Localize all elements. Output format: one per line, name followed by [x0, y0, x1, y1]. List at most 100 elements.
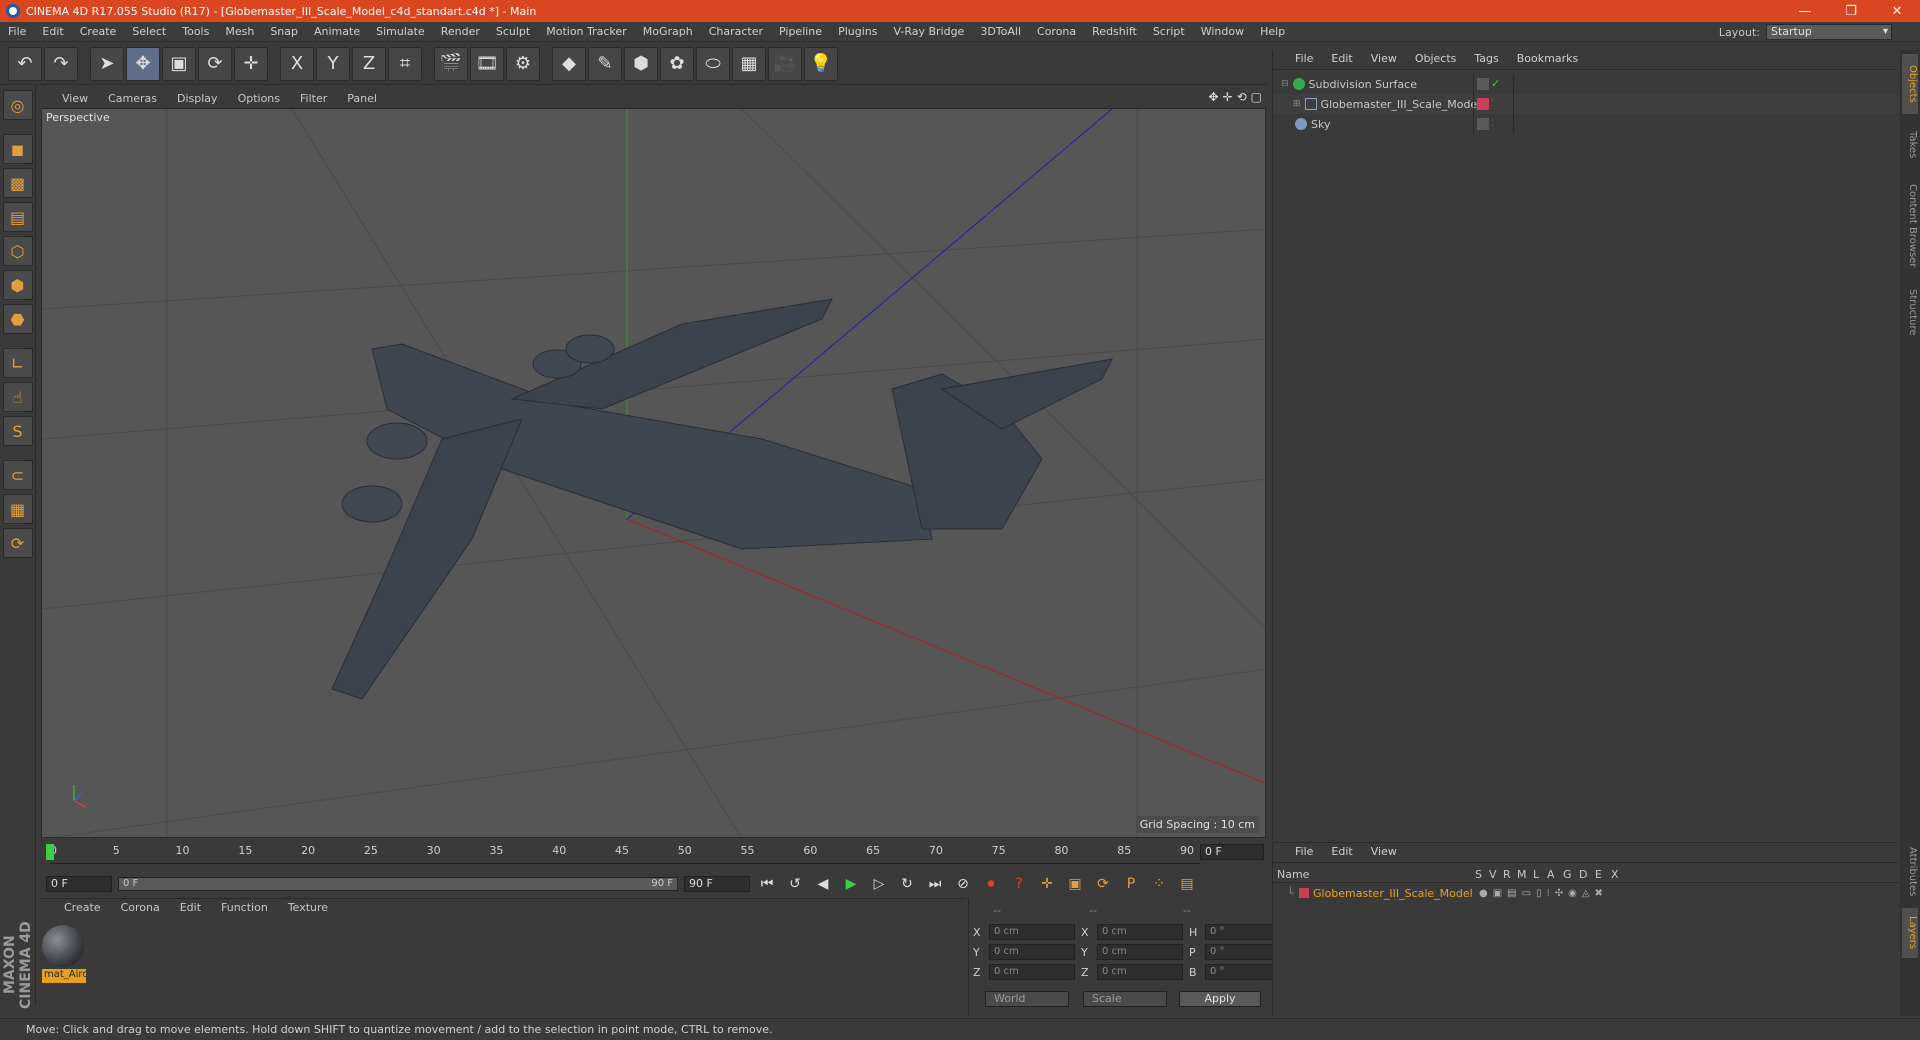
- col-locked[interactable]: L: [1533, 868, 1539, 881]
- close-button[interactable]: ✕: [1874, 0, 1920, 22]
- col-xref[interactable]: X: [1611, 868, 1619, 881]
- object-name[interactable]: Globemaster_III_Scale_Model: [1321, 98, 1481, 111]
- collapse-icon[interactable]: ⊟: [1281, 79, 1289, 89]
- menu-3dtoall[interactable]: 3DToAll: [972, 25, 1029, 38]
- points-mode-icon[interactable]: ⬡: [2, 236, 33, 266]
- col-solo[interactable]: S: [1475, 868, 1482, 881]
- camera-icon[interactable]: 🎥: [768, 46, 802, 81]
- tab-content-browser[interactable]: Content Browser: [1902, 176, 1918, 276]
- layer-swatch[interactable]: [1477, 98, 1489, 110]
- column-divider[interactable]: [1473, 74, 1474, 134]
- tab-structure[interactable]: Structure: [1902, 282, 1918, 342]
- menu-mesh[interactable]: Mesh: [217, 25, 262, 38]
- rotate-icon[interactable]: ⟳: [198, 46, 232, 81]
- make-editable-icon[interactable]: ◎: [2, 90, 33, 120]
- col-manager[interactable]: M: [1517, 868, 1527, 881]
- grid-lock-icon[interactable]: ▦: [2, 494, 33, 524]
- menu-help[interactable]: Help: [1252, 25, 1293, 38]
- size-mode-select[interactable]: Scale: [1083, 991, 1167, 1007]
- go-to-start-icon[interactable]: ⏮: [756, 874, 778, 894]
- col-name[interactable]: Name: [1277, 868, 1309, 881]
- om-menu-edit[interactable]: Edit: [1323, 52, 1360, 69]
- tab-attributes[interactable]: Attributes: [1902, 842, 1918, 902]
- menu-vray-bridge[interactable]: V-Ray Bridge: [885, 25, 972, 38]
- menu-simulate[interactable]: Simulate: [368, 25, 433, 38]
- next-key-icon[interactable]: ↻: [896, 874, 918, 894]
- material-menu-corona[interactable]: Corona: [113, 901, 168, 917]
- tab-layers[interactable]: Layers: [1902, 908, 1918, 958]
- record-rotation-icon[interactable]: ⟳: [1092, 874, 1114, 894]
- om-menu-file[interactable]: File: [1287, 52, 1321, 69]
- edges-mode-icon[interactable]: ⬢: [2, 270, 33, 300]
- select-icon[interactable]: ➤: [90, 46, 124, 81]
- deformer-icon[interactable]: ⬭: [696, 46, 730, 81]
- lm-menu-edit[interactable]: Edit: [1323, 845, 1360, 862]
- visibility-dots-icon[interactable]: ⁚: [1491, 118, 1503, 130]
- menu-redshift[interactable]: Redshift: [1084, 25, 1145, 38]
- texture-mode-icon[interactable]: ▩: [2, 168, 33, 198]
- menu-edit[interactable]: Edit: [34, 25, 71, 38]
- size-y-field[interactable]: 0 cm: [1097, 944, 1183, 960]
- menu-tools[interactable]: Tools: [174, 25, 217, 38]
- polygons-mode-icon[interactable]: ⬣: [2, 304, 33, 334]
- visibility-dots-icon[interactable]: ⁚: [1491, 98, 1503, 110]
- zoom-icon[interactable]: ✛: [1223, 90, 1233, 104]
- menu-sculpt[interactable]: Sculpt: [488, 25, 538, 38]
- menu-snap[interactable]: Snap: [262, 25, 306, 38]
- material-menu-function[interactable]: Function: [213, 901, 276, 917]
- menu-pipeline[interactable]: Pipeline: [771, 25, 830, 38]
- model-mode-icon[interactable]: ◼: [2, 134, 33, 164]
- material-name[interactable]: mat_Aircraft: [42, 969, 86, 983]
- previous-frame-icon[interactable]: ◀: [812, 874, 834, 894]
- om-menu-tags[interactable]: Tags: [1466, 52, 1506, 69]
- object-row-sky[interactable]: Sky ⁚: [1273, 114, 1899, 134]
- menu-motion-tracker[interactable]: Motion Tracker: [538, 25, 634, 38]
- material-menu-edit[interactable]: Edit: [172, 901, 209, 917]
- col-deformers[interactable]: D: [1579, 868, 1587, 881]
- workplane-icon[interactable]: ▤: [2, 202, 33, 232]
- size-z-field[interactable]: 0 cm: [1097, 964, 1183, 980]
- cube-icon[interactable]: ◆: [552, 46, 586, 81]
- timeline-window-icon[interactable]: ▤: [1176, 874, 1198, 894]
- tab-objects[interactable]: Objects: [1902, 54, 1918, 114]
- record-position-icon[interactable]: ✛: [1036, 874, 1058, 894]
- expand-icon[interactable]: ⊞: [1293, 99, 1301, 109]
- redo-icon[interactable]: ↷: [44, 46, 78, 81]
- perspective-viewport[interactable]: Perspective Grid Spacing : 10 cm: [41, 108, 1266, 838]
- material-menu-create[interactable]: Create: [56, 901, 109, 917]
- pos-x-field[interactable]: 0 cm: [989, 924, 1075, 940]
- column-divider[interactable]: [1513, 74, 1514, 134]
- record-point-level-icon[interactable]: ⁘: [1148, 874, 1170, 894]
- om-menu-objects[interactable]: Objects: [1407, 52, 1465, 69]
- viewport-menu-view[interactable]: View: [54, 92, 96, 105]
- light-icon[interactable]: 💡: [804, 46, 838, 81]
- record-parameter-icon[interactable]: P: [1120, 874, 1142, 894]
- size-x-field[interactable]: 0 cm: [1097, 924, 1183, 940]
- material-preview-ball[interactable]: [42, 925, 84, 967]
- layer-swatch[interactable]: [1477, 118, 1489, 130]
- sculpt-lock-icon[interactable]: ⟳: [2, 528, 33, 558]
- lm-menu-file[interactable]: File: [1287, 845, 1321, 862]
- menu-script[interactable]: Script: [1145, 25, 1193, 38]
- layer-name[interactable]: Globemaster_III_Scale_Model: [1313, 887, 1473, 900]
- col-generators[interactable]: G: [1563, 868, 1572, 881]
- menu-corona[interactable]: Corona: [1029, 25, 1084, 38]
- subdivision-icon[interactable]: ⬢: [624, 46, 658, 81]
- coordinate-space-select[interactable]: World: [985, 991, 1069, 1007]
- x-axis-icon[interactable]: X: [280, 46, 314, 81]
- menu-window[interactable]: Window: [1193, 25, 1252, 38]
- menu-plugins[interactable]: Plugins: [830, 25, 885, 38]
- y-axis-icon[interactable]: Y: [316, 46, 350, 81]
- maximize-view-icon[interactable]: ▢: [1251, 90, 1262, 104]
- om-menu-view[interactable]: View: [1363, 52, 1405, 69]
- transform-icon[interactable]: ✛: [234, 46, 268, 81]
- undo-icon[interactable]: ↶: [8, 46, 42, 81]
- edit-render-settings-icon[interactable]: ⚙: [506, 46, 540, 81]
- timeline[interactable]: 051015202530354045505560657075808590 0 F: [40, 840, 1266, 870]
- restore-button[interactable]: ❐: [1828, 0, 1874, 22]
- layer-row[interactable]: └ Globemaster_III_Scale_Model ●▣▤▭▯⁝✣◉◬✖: [1273, 885, 1899, 901]
- menu-create[interactable]: Create: [72, 25, 125, 38]
- col-animation[interactable]: A: [1547, 868, 1555, 881]
- layer-color-swatch[interactable]: [1299, 888, 1309, 898]
- play-icon[interactable]: ▶: [840, 874, 862, 894]
